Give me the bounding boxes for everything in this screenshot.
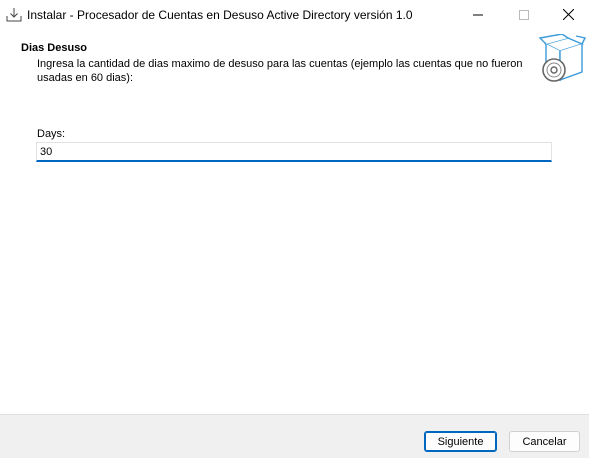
box-with-disc-icon: [538, 33, 587, 84]
wizard-header: Dias Desuso Ingresa la cantidad de dias …: [0, 31, 589, 97]
installer-download-icon: [6, 7, 22, 23]
minimize-icon: [473, 7, 483, 25]
wizard-footer: Siguiente Cancelar: [0, 414, 589, 458]
maximize-button[interactable]: [501, 0, 547, 31]
installer-window: Instalar - Procesador de Cuentas en Desu…: [0, 0, 589, 458]
days-input[interactable]: [36, 142, 552, 162]
cancel-button[interactable]: Cancelar: [509, 431, 580, 452]
close-icon: [562, 7, 574, 25]
days-label: Days:: [37, 128, 66, 140]
close-button[interactable]: [547, 0, 589, 31]
title-bar[interactable]: Instalar - Procesador de Cuentas en Desu…: [0, 0, 589, 31]
maximize-icon: [519, 7, 529, 25]
page-description: Ingresa la cantidad de dias maximo de de…: [37, 58, 523, 84]
next-button[interactable]: Siguiente: [424, 431, 497, 452]
window-title: Instalar - Procesador de Cuentas en Desu…: [27, 8, 413, 22]
page-title: Dias Desuso: [21, 42, 88, 54]
minimize-button[interactable]: [455, 0, 501, 31]
